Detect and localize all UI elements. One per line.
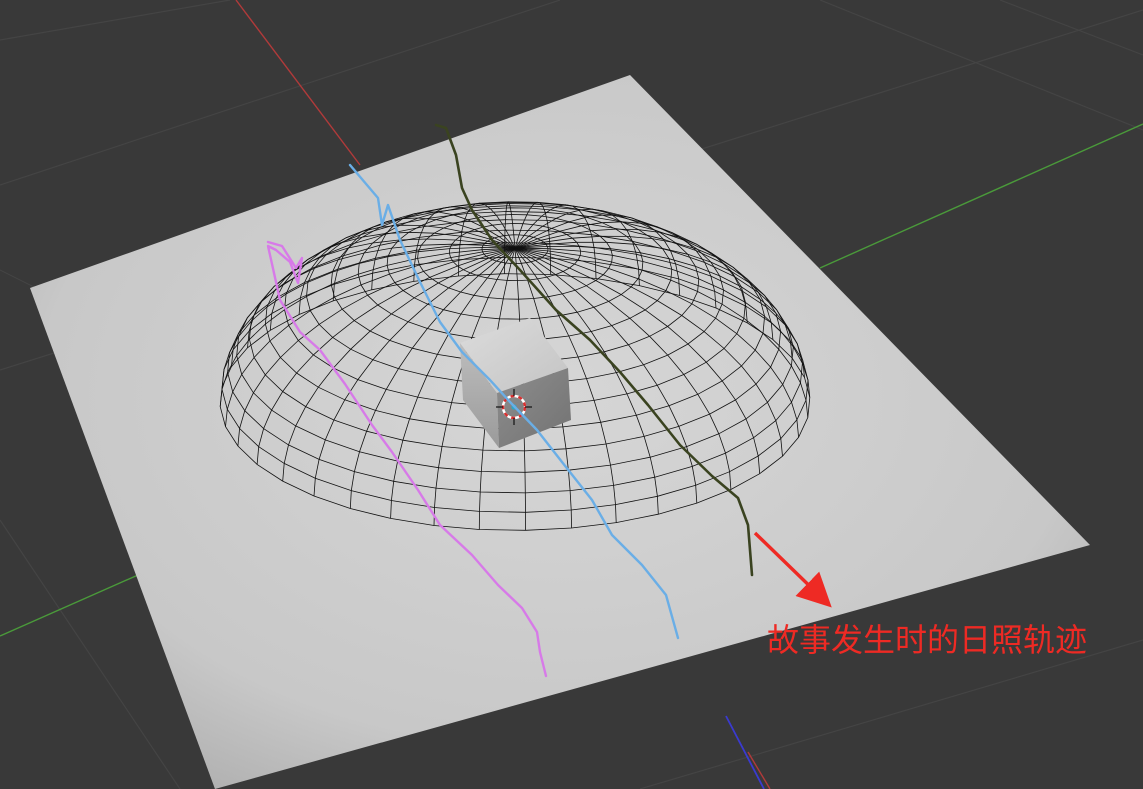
x-axis-line xyxy=(235,0,361,166)
annotation-text: 故事发生时的日照轨迹 xyxy=(767,621,1088,659)
3d-viewport[interactable] xyxy=(0,0,1143,789)
z-axis-line xyxy=(725,715,765,789)
x-axis-line-lower xyxy=(747,751,771,789)
y-axis-line-left xyxy=(0,574,139,637)
ground-plane[interactable] xyxy=(30,75,1090,789)
y-axis-line xyxy=(819,123,1143,269)
